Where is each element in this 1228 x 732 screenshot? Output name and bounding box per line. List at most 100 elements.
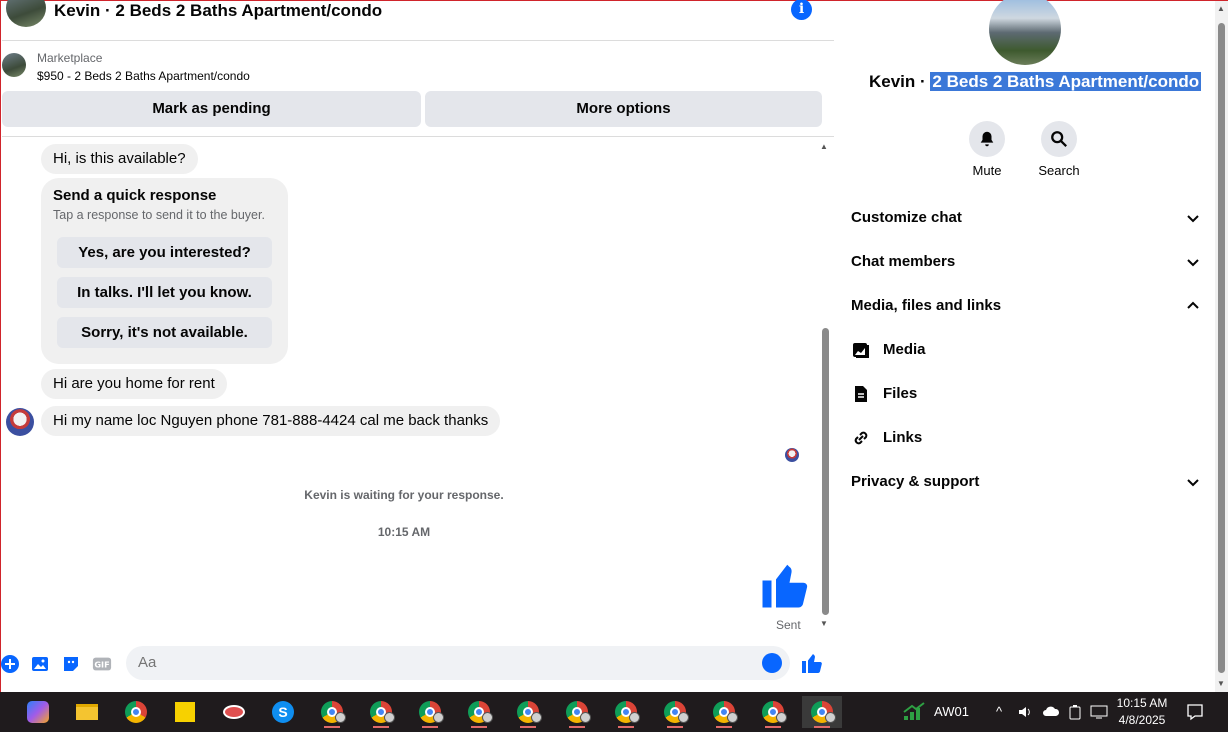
- gif-icon[interactable]: GIF: [92, 654, 112, 674]
- quick-response-option[interactable]: Yes, are you interested?: [57, 237, 272, 268]
- read-receipt-avatar: [785, 448, 799, 462]
- app-window: Kevin · 2 Beds 2 Baths Apartment/condo i…: [0, 0, 1228, 693]
- section-label: Chat members: [851, 253, 956, 270]
- links-item[interactable]: Links: [851, 426, 1151, 450]
- thumbs-up-icon[interactable]: [800, 651, 824, 675]
- search-button[interactable]: Search: [1029, 121, 1089, 178]
- files-item[interactable]: Files: [851, 382, 1151, 406]
- message-list: Hi, is this available? Send a quick resp…: [2, 138, 834, 638]
- contact-name: Kevin ·: [869, 72, 931, 91]
- chrome-profile-icon[interactable]: [606, 696, 646, 728]
- chrome-icon[interactable]: [116, 696, 156, 728]
- section-label: Media, files and links: [851, 297, 1002, 314]
- mute-button[interactable]: Mute: [957, 121, 1017, 178]
- copilot-icon[interactable]: [18, 696, 58, 728]
- clock-time: 10:15 AM: [1116, 696, 1168, 710]
- section-label: Privacy & support: [851, 473, 980, 490]
- marketplace-label: Marketplace: [37, 51, 103, 65]
- svg-text:GIF: GIF: [94, 660, 109, 670]
- listing-avatar[interactable]: [989, 0, 1061, 65]
- scroll-up-arrow-icon[interactable]: ▲: [1217, 4, 1225, 13]
- window-scrollbar[interactable]: ▲ ▼: [1215, 1, 1228, 693]
- chat-members-section[interactable]: Chat members: [851, 250, 1201, 274]
- selected-listing-title: 2 Beds 2 Baths Apartment/condo: [930, 72, 1202, 91]
- window-scrollbar-thumb[interactable]: [1218, 23, 1225, 673]
- info-pane-title: Kevin · 2 Beds 2 Baths Apartment/condo: [869, 71, 1202, 93]
- plus-icon[interactable]: [0, 654, 20, 674]
- customize-chat-section[interactable]: Customize chat: [851, 206, 1201, 230]
- chevron-down-icon: [1187, 259, 1199, 267]
- quick-response-title: Send a quick response: [53, 187, 217, 204]
- bell-icon: [969, 121, 1005, 157]
- file-icon: [855, 386, 867, 402]
- chat-pane: Kevin · 2 Beds 2 Baths Apartment/condo i…: [0, 0, 834, 693]
- skype-icon[interactable]: S: [263, 696, 303, 728]
- system-clock[interactable]: 10:15 AM 4/8/2025: [1110, 695, 1174, 729]
- contact-avatar[interactable]: [6, 0, 46, 27]
- media-item[interactable]: Media: [851, 338, 1151, 362]
- link-icon: [854, 431, 868, 445]
- composer: GIF: [0, 641, 834, 687]
- section-label: Customize chat: [851, 209, 962, 226]
- speaker-icon[interactable]: [1017, 704, 1033, 720]
- photo-icon[interactable]: [30, 654, 50, 674]
- chrome-profile-icon[interactable]: [802, 696, 842, 728]
- file-explorer-icon[interactable]: [67, 696, 107, 728]
- incoming-message[interactable]: Hi my name loc Nguyen phone 781-888-4424…: [41, 406, 501, 436]
- media-icon: [853, 343, 869, 358]
- scroll-down-arrow-icon[interactable]: ▼: [820, 619, 828, 628]
- scroll-up-arrow-icon[interactable]: ▲: [820, 142, 828, 151]
- network-icon[interactable]: [1090, 704, 1108, 720]
- message-input[interactable]: [126, 646, 790, 680]
- chrome-profile-icon[interactable]: [655, 696, 695, 728]
- scroll-down-arrow-icon[interactable]: ▼: [1217, 679, 1225, 688]
- search-label: Search: [1038, 163, 1080, 178]
- notification-icon[interactable]: [1186, 703, 1204, 721]
- chevron-down-icon: [1187, 479, 1199, 487]
- waiting-notice: Kevin is waiting for your response.: [304, 488, 504, 502]
- chrome-profile-icon[interactable]: [704, 696, 744, 728]
- more-options-button[interactable]: More options: [425, 91, 822, 127]
- chevron-up-icon[interactable]: ^: [996, 704, 1002, 719]
- chevron-up-icon: [1187, 301, 1199, 309]
- onedrive-cloud-icon[interactable]: [1042, 705, 1060, 717]
- sent-thumbs-up-icon[interactable]: [758, 558, 812, 612]
- media-label: Media: [883, 341, 926, 358]
- marketplace-bar: Marketplace $950 - 2 Beds 2 Baths Apartm…: [2, 41, 834, 137]
- taskbar: S AW01 ^ 10:15 AM 4/8/2025: [0, 692, 1228, 732]
- chrome-profile-icon[interactable]: [753, 696, 793, 728]
- quick-response-option[interactable]: In talks. I'll let you know.: [57, 277, 272, 308]
- snipping-tool-icon[interactable]: [214, 696, 254, 728]
- links-label: Links: [883, 429, 923, 446]
- chrome-profile-icon[interactable]: [459, 696, 499, 728]
- chrome-profile-icon[interactable]: [557, 696, 597, 728]
- listing-thumbnail[interactable]: [2, 53, 26, 77]
- listing-title[interactable]: $950 - 2 Beds 2 Baths Apartment/condo: [37, 69, 250, 83]
- privacy-support-section[interactable]: Privacy & support: [851, 470, 1201, 494]
- chat-header: Kevin · 2 Beds 2 Baths Apartment/condo i: [2, 0, 834, 41]
- mark-as-pending-button[interactable]: Mark as pending: [2, 91, 421, 127]
- incoming-message[interactable]: Hi, is this available?: [41, 144, 198, 174]
- sticky-notes-icon[interactable]: [165, 696, 205, 728]
- sent-status: Sent: [776, 618, 801, 632]
- battery-icon[interactable]: [1068, 704, 1082, 720]
- network-name[interactable]: AW01: [934, 704, 969, 719]
- sticker-icon[interactable]: [61, 654, 81, 674]
- chevron-down-icon: [1187, 215, 1199, 223]
- clock-date: 4/8/2025: [1118, 713, 1166, 727]
- incoming-message[interactable]: Hi are you home for rent: [41, 369, 227, 399]
- emoji-icon[interactable]: [762, 653, 782, 673]
- conversation-title[interactable]: Kevin · 2 Beds 2 Baths Apartment/condo: [54, 1, 382, 21]
- chrome-profile-icon[interactable]: [312, 696, 352, 728]
- chat-scrollbar-thumb[interactable]: [822, 328, 829, 615]
- quick-response-option[interactable]: Sorry, it's not available.: [57, 317, 272, 348]
- sender-avatar[interactable]: [6, 408, 34, 436]
- info-icon[interactable]: i: [791, 0, 812, 20]
- quick-response-card: Send a quick response Tap a response to …: [41, 178, 288, 364]
- media-files-links-section[interactable]: Media, files and links: [851, 294, 1201, 318]
- quick-response-subtitle: Tap a response to send it to the buyer.: [53, 208, 265, 222]
- stock-chart-icon[interactable]: [902, 702, 926, 722]
- chrome-profile-icon[interactable]: [508, 696, 548, 728]
- chrome-profile-icon[interactable]: [361, 696, 401, 728]
- chrome-profile-icon[interactable]: [410, 696, 450, 728]
